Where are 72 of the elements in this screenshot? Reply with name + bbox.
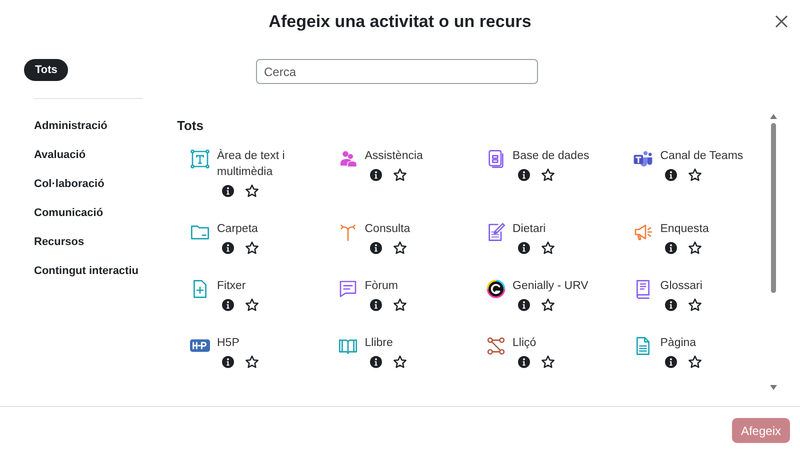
star-icon[interactable] (392, 354, 407, 368)
category-tab[interactable]: Administració (34, 117, 108, 134)
database-icon (486, 148, 506, 168)
category-tab[interactable]: Contingut interactiu (34, 262, 138, 280)
star-icon[interactable] (540, 168, 554, 182)
activity-name[interactable]: Base de dades (512, 148, 612, 164)
info-icon[interactable] (222, 184, 234, 196)
activity-name[interactable]: Glossari (660, 278, 760, 294)
chat-icon (338, 278, 358, 298)
star-icon[interactable] (392, 240, 407, 254)
close-button[interactable] (773, 13, 790, 30)
megaphone-icon (633, 222, 654, 242)
people-icon (338, 148, 358, 168)
info-icon[interactable] (222, 356, 234, 368)
info-icon[interactable] (518, 168, 530, 180)
star-icon[interactable] (245, 354, 259, 368)
star-icon[interactable] (688, 298, 702, 312)
star-icon[interactable] (688, 354, 702, 368)
activity-name[interactable]: Fòrum (364, 278, 465, 294)
info-icon[interactable] (665, 168, 678, 180)
section-heading: Tots (177, 117, 204, 135)
info-icon[interactable] (518, 298, 530, 310)
star-icon[interactable] (540, 354, 554, 368)
activity-name[interactable]: Carpeta (217, 220, 317, 236)
scroll-up-icon[interactable] (770, 114, 776, 119)
category-tab[interactable]: Recursos (34, 233, 84, 250)
activity-name[interactable]: Àrea de text i multimèdia (217, 148, 317, 180)
dialog-title: Afegeix una activitat o un recurs (268, 10, 532, 33)
category-tab[interactable]: Avaluació (34, 146, 86, 164)
category-tab[interactable]: Tots (24, 59, 68, 82)
nodes-icon (486, 336, 506, 356)
info-icon[interactable] (370, 298, 382, 310)
activity-name[interactable]: Genially - URV (512, 278, 612, 294)
genially-logo-icon (486, 278, 506, 298)
activity-name[interactable]: Fitxer (217, 278, 317, 294)
category-tab[interactable]: Comunicació (34, 204, 104, 222)
star-icon[interactable] (245, 298, 259, 312)
star-icon[interactable] (392, 168, 407, 182)
pencil-note-icon (486, 222, 506, 242)
activity-name[interactable]: Lliçó (512, 334, 612, 350)
star-icon[interactable] (392, 298, 407, 312)
category-tab[interactable]: Col·laboració (34, 175, 104, 192)
activity-name[interactable]: Canal de Teams (660, 148, 760, 164)
text-box-icon (190, 148, 210, 168)
info-icon[interactable] (518, 242, 530, 254)
close-icon (775, 15, 788, 28)
activity-name[interactable]: Dietari (512, 220, 612, 236)
info-icon[interactable] (665, 242, 678, 254)
activity-name[interactable]: Llibre (364, 334, 465, 350)
search-field[interactable]: Cerca (256, 59, 538, 84)
teams-icon (633, 148, 654, 168)
activity-name[interactable]: Consulta (364, 220, 465, 236)
star-icon[interactable] (688, 168, 702, 182)
star-icon[interactable] (540, 240, 554, 254)
fork-icon (338, 222, 358, 242)
info-icon[interactable] (222, 242, 234, 254)
star-icon[interactable] (245, 184, 259, 198)
info-icon[interactable] (370, 242, 382, 254)
info-icon[interactable] (518, 356, 530, 368)
activity-name[interactable]: Enquesta (660, 220, 760, 236)
info-icon[interactable] (222, 298, 234, 310)
info-icon[interactable] (665, 356, 678, 368)
star-icon[interactable] (540, 298, 554, 312)
activity-name[interactable]: Assistència (364, 148, 465, 164)
activity-name[interactable]: H5P (217, 334, 317, 350)
star-icon[interactable] (245, 240, 259, 254)
star-icon[interactable] (688, 240, 702, 254)
info-icon[interactable] (370, 356, 382, 368)
scroll-down-icon[interactable] (770, 385, 776, 390)
activity-name[interactable]: Pàgina (660, 334, 760, 350)
info-icon[interactable] (665, 298, 678, 310)
info-icon[interactable] (370, 168, 382, 180)
